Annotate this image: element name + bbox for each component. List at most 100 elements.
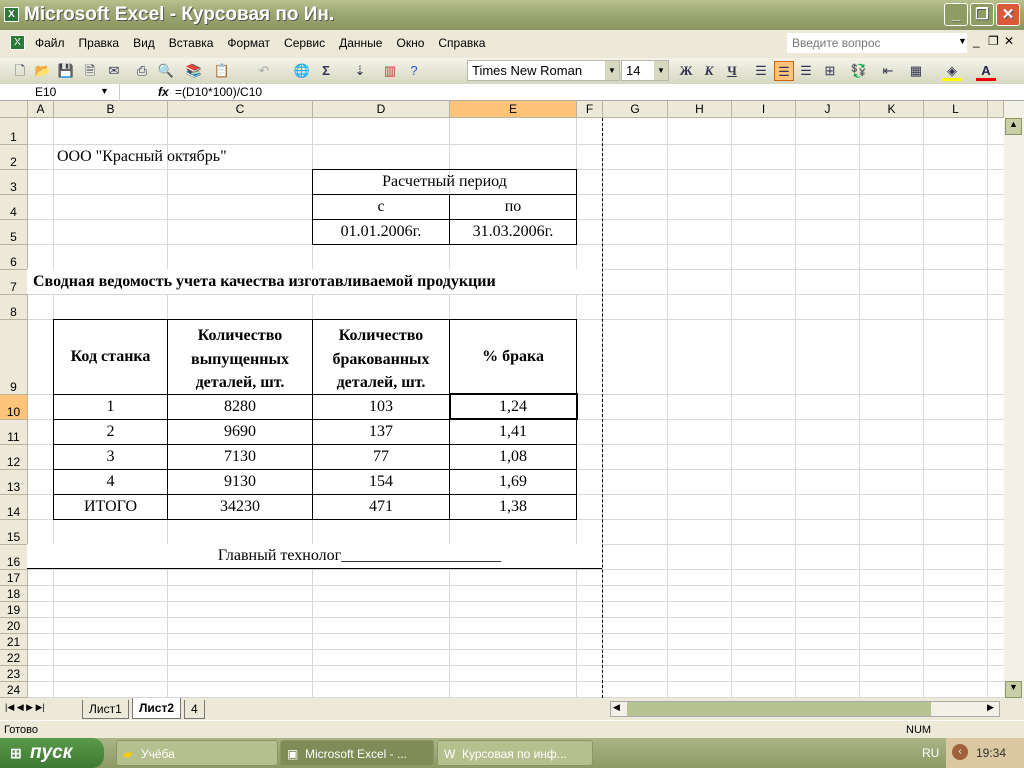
- table-cell[interactable]: 2: [53, 419, 168, 445]
- scroll-left-icon[interactable]: ◀: [613, 702, 620, 713]
- row-header-17[interactable]: 17: [0, 570, 28, 586]
- close-button[interactable]: ✕: [996, 3, 1020, 26]
- table-cell[interactable]: 1: [53, 394, 168, 420]
- row-header-20[interactable]: 20: [0, 618, 28, 634]
- formula-input[interactable]: =(D10*100)/C10: [175, 85, 262, 99]
- cell-date-from[interactable]: 01.01.2006г.: [312, 219, 450, 245]
- help-dropdown-icon[interactable]: ▼: [958, 36, 967, 46]
- column-header-L[interactable]: L: [924, 101, 988, 118]
- sheet-tab-1[interactable]: Лист1: [82, 700, 129, 719]
- menu-format[interactable]: Формат: [227, 36, 270, 50]
- bold-button[interactable]: Ж: [676, 61, 696, 81]
- row-header-15[interactable]: 15: [0, 520, 28, 545]
- row-header-21[interactable]: 21: [0, 634, 28, 650]
- row-header-2[interactable]: 2: [0, 145, 28, 170]
- table-cell[interactable]: 1,08: [449, 444, 577, 470]
- language-indicator[interactable]: RU: [922, 746, 939, 760]
- open-icon[interactable]: 📂: [33, 61, 53, 81]
- column-header-K[interactable]: K: [860, 101, 924, 118]
- menu-window[interactable]: Окно: [396, 36, 424, 50]
- align-center-icon[interactable]: ☰: [774, 61, 794, 81]
- print-preview-icon[interactable]: 🔍: [156, 61, 176, 81]
- table-cell[interactable]: 103: [312, 394, 450, 420]
- chart-icon[interactable]: ▥: [380, 61, 400, 81]
- column-header-D[interactable]: D: [313, 101, 450, 118]
- name-box-dropdown-icon[interactable]: ▼: [100, 86, 109, 96]
- column-header-A[interactable]: A: [28, 101, 54, 118]
- align-right-icon[interactable]: ☰: [796, 61, 816, 81]
- doc-close-button[interactable]: ✕: [1004, 34, 1014, 48]
- row-header-8[interactable]: 8: [0, 295, 28, 320]
- sheet-tab-2[interactable]: Лист2: [132, 698, 182, 719]
- row-header-6[interactable]: 6: [0, 245, 28, 270]
- table-cell[interactable]: 9130: [167, 469, 313, 495]
- column-header-B[interactable]: B: [54, 101, 168, 118]
- row-header-1[interactable]: 1: [0, 118, 28, 145]
- fx-icon[interactable]: fx: [158, 85, 169, 99]
- menu-tools[interactable]: Сервис: [284, 36, 325, 50]
- select-all-corner[interactable]: [0, 101, 28, 118]
- underline-button[interactable]: Ч: [722, 61, 742, 81]
- table-header-cell[interactable]: Количество бракованных деталей, шт.: [312, 319, 450, 395]
- start-button[interactable]: ⊞ пуск: [0, 738, 104, 768]
- table-cell[interactable]: 1,69: [449, 469, 577, 495]
- spreadsheet-grid[interactable]: A B C D E F G H I J K L 1 2 3 4 5 6 7 8 9 10 11 12 13 14 15 16 17 18 1…: [0, 101, 1004, 698]
- cell-title[interactable]: Сводная ведомость учета качества изготав…: [27, 269, 602, 294]
- menu-help[interactable]: Справка: [438, 36, 485, 50]
- menu-view[interactable]: Вид: [133, 36, 155, 50]
- row-header-14[interactable]: 14: [0, 495, 28, 520]
- column-header-C[interactable]: C: [168, 101, 313, 118]
- borders-icon[interactable]: ▦: [906, 61, 926, 81]
- table-cell[interactable]: 1,41: [449, 419, 577, 445]
- doc-restore-button[interactable]: ❐: [988, 34, 999, 48]
- vertical-scrollbar[interactable]: ▲ ▼: [1004, 101, 1024, 698]
- table-cell[interactable]: 137: [312, 419, 450, 445]
- row-header-16[interactable]: 16: [0, 545, 28, 570]
- scroll-down-icon[interactable]: ▼: [1005, 681, 1022, 698]
- row-header-12[interactable]: 12: [0, 445, 28, 470]
- tray-expand-icon[interactable]: ‹: [952, 744, 968, 760]
- column-header-F[interactable]: F: [577, 101, 603, 118]
- permission-icon[interactable]: 🗎: [80, 61, 100, 81]
- currency-icon[interactable]: 💱: [849, 61, 869, 81]
- sort-icon[interactable]: ⇣: [350, 61, 370, 81]
- fill-color-icon[interactable]: ◈: [942, 61, 962, 81]
- hyperlink-icon[interactable]: 🌐: [292, 61, 312, 81]
- row-header-24[interactable]: 24: [0, 682, 28, 698]
- table-cell[interactable]: 7130: [167, 444, 313, 470]
- sheet-tab-4[interactable]: 4: [184, 700, 205, 719]
- align-left-icon[interactable]: ☰: [751, 61, 771, 81]
- row-header-7[interactable]: 7: [0, 270, 28, 295]
- column-header-H[interactable]: H: [668, 101, 732, 118]
- table-cell[interactable]: 1,38: [449, 494, 577, 520]
- table-cell[interactable]: 9690: [167, 419, 313, 445]
- row-header-19[interactable]: 19: [0, 602, 28, 618]
- cell-company[interactable]: ООО "Красный октябрь": [53, 144, 449, 169]
- row-header-13[interactable]: 13: [0, 470, 28, 495]
- first-sheet-icon[interactable]: |◀ ◀ ▶ ▶|: [5, 702, 45, 713]
- undo-icon[interactable]: ↶: [254, 61, 274, 81]
- scroll-thumb[interactable]: [627, 702, 931, 716]
- save-icon[interactable]: 💾: [56, 61, 76, 81]
- decrease-indent-icon[interactable]: ⇤: [878, 61, 898, 81]
- table-header-cell[interactable]: % брака: [449, 319, 577, 395]
- column-header-E[interactable]: E: [450, 101, 577, 118]
- horizontal-scrollbar[interactable]: ◀ ▶: [610, 701, 1000, 717]
- menu-data[interactable]: Данные: [339, 36, 382, 50]
- row-header-22[interactable]: 22: [0, 650, 28, 666]
- cell-from[interactable]: с: [312, 194, 450, 220]
- cell-to[interactable]: по: [449, 194, 577, 220]
- italic-button[interactable]: К: [699, 61, 719, 81]
- row-header-10[interactable]: 10: [0, 395, 28, 420]
- merge-center-icon[interactable]: ⊞: [820, 61, 840, 81]
- menu-file[interactable]: Файл: [35, 36, 65, 50]
- help-search-input[interactable]: Введите вопрос: [787, 33, 967, 53]
- email-icon[interactable]: ✉: [104, 61, 124, 81]
- table-header-cell[interactable]: Количество выпущенных деталей, шт.: [167, 319, 313, 395]
- table-cell[interactable]: 4: [53, 469, 168, 495]
- table-cell[interactable]: ИТОГО: [53, 494, 168, 520]
- research-icon[interactable]: 📚: [184, 61, 204, 81]
- table-cell[interactable]: 77: [312, 444, 450, 470]
- help-icon[interactable]: ?: [404, 61, 424, 81]
- table-header-cell[interactable]: Код станка: [53, 319, 168, 395]
